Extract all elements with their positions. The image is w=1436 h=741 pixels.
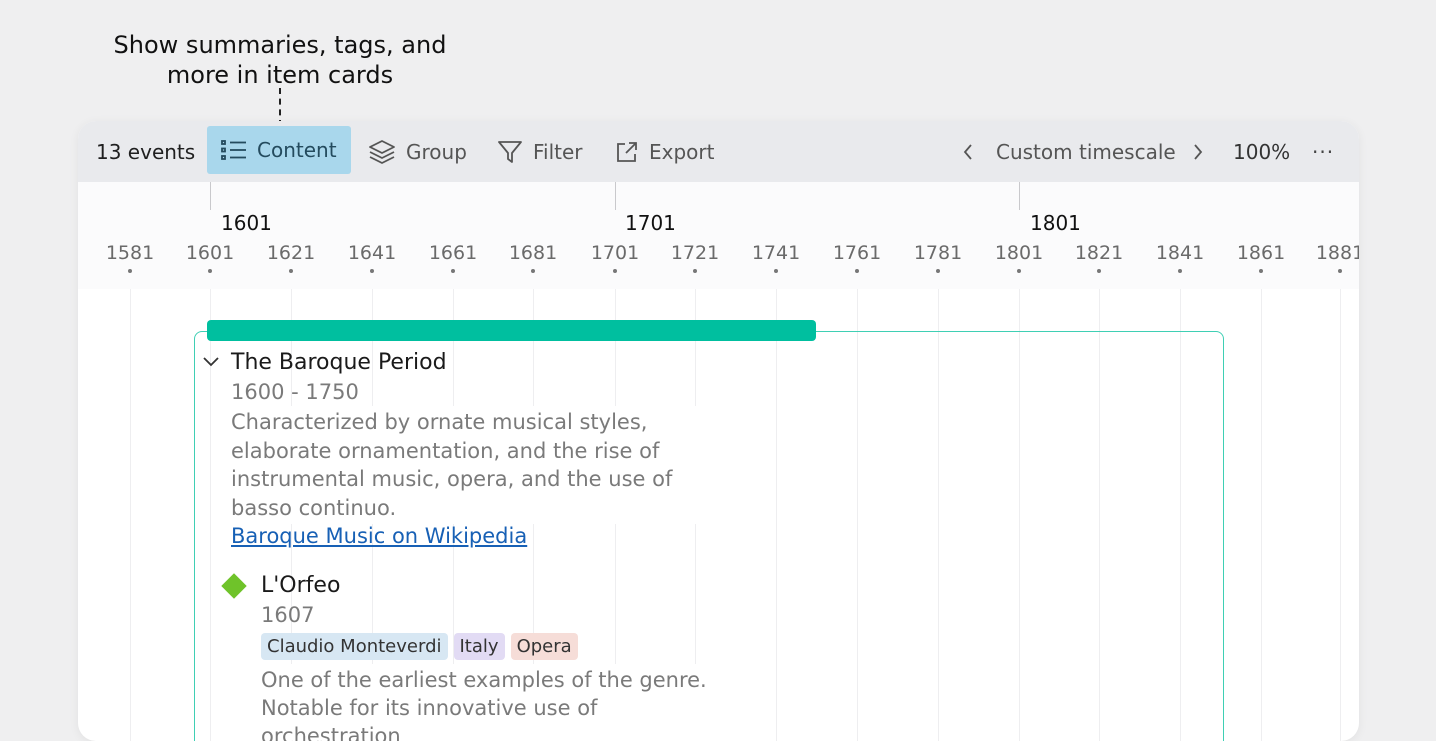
callout-line-2: more in item cards — [166, 61, 394, 89]
layers-icon — [368, 139, 396, 165]
major-tick-line — [615, 182, 616, 210]
grid-line — [1340, 289, 1341, 741]
major-tick-line — [210, 182, 211, 210]
minor-tick-label: 1741 — [751, 242, 801, 264]
minor-tick-label: 1581 — [105, 242, 155, 264]
major-tick-label: 1801 — [1030, 211, 1081, 235]
tick-dot — [855, 269, 859, 273]
major-tick-label: 1601 — [221, 211, 272, 235]
minor-tick-label: 1801 — [994, 242, 1044, 264]
export-label: Export — [649, 139, 715, 164]
event-title: L'Orfeo — [261, 573, 341, 598]
time-axis: 1601 1701 1801 1581 1601 1621 1641 1661 … — [78, 182, 1359, 289]
list-icon — [221, 139, 247, 161]
period-dates: 1600 - 1750 — [231, 380, 359, 404]
tick-dot — [1338, 269, 1342, 273]
period-title: The Baroque Period — [231, 350, 447, 375]
tick-dot — [370, 269, 374, 273]
minor-tick-label: 1861 — [1236, 242, 1286, 264]
callout-annotation: Show summaries, tags, and more in item c… — [100, 30, 460, 90]
minor-tick-label: 1781 — [913, 242, 963, 264]
minor-tick-label: 1661 — [428, 242, 478, 264]
tag-chip[interactable]: Opera — [510, 633, 578, 660]
wikipedia-link[interactable]: Baroque Music on Wikipedia — [231, 524, 527, 548]
next-timescale-button[interactable] — [1191, 121, 1205, 182]
tick-dot — [289, 269, 293, 273]
minor-tick-label: 1821 — [1074, 242, 1124, 264]
minor-tick-label: 1681 — [508, 242, 558, 264]
chevron-right-icon — [1191, 142, 1205, 162]
callout-line-1: Show summaries, tags, and — [113, 31, 447, 59]
minor-tick-label: 1761 — [832, 242, 882, 264]
tick-dot — [531, 269, 535, 273]
tag-chip[interactable]: Italy — [453, 633, 505, 660]
chevron-down-icon[interactable] — [201, 354, 221, 373]
grid-line — [1261, 289, 1262, 741]
timescale-selector[interactable]: Custom timescale — [996, 121, 1176, 182]
group-button[interactable]: Group — [368, 121, 467, 182]
tag-chip[interactable]: Claudio Monteverdi — [261, 633, 448, 660]
tick-dot — [1259, 269, 1263, 273]
timeline-window: 13 events Content Group Filter Export Cu… — [78, 121, 1359, 741]
content-button[interactable]: Content — [207, 126, 351, 174]
tick-dot — [451, 269, 455, 273]
export-button[interactable]: Export — [615, 121, 714, 182]
chevron-left-icon — [961, 142, 975, 162]
minor-tick-label: 1621 — [266, 242, 316, 264]
event-date: 1607 — [261, 603, 315, 627]
tick-dot — [1017, 269, 1021, 273]
content-label: Content — [257, 138, 337, 162]
minor-tick-label: 1721 — [670, 242, 720, 264]
more-options-button[interactable]: ··· — [1312, 121, 1334, 182]
previous-timescale-button[interactable] — [961, 121, 975, 182]
toolbar: 13 events Content Group Filter Export Cu… — [78, 121, 1359, 182]
filter-label: Filter — [533, 139, 583, 164]
tick-dot — [613, 269, 617, 273]
minor-tick-label: 1601 — [185, 242, 235, 264]
events-count: 13 events — [96, 139, 196, 164]
tick-dot — [774, 269, 778, 273]
zoom-level[interactable]: 100% — [1233, 121, 1290, 182]
grid-line — [130, 289, 131, 741]
minor-tick-label: 1641 — [347, 242, 397, 264]
event-tags: Claudio Monteverdi Italy Opera — [261, 633, 578, 660]
tick-dot — [208, 269, 212, 273]
filter-button[interactable]: Filter — [497, 121, 583, 182]
tick-dot — [1097, 269, 1101, 273]
group-label: Group — [406, 139, 467, 164]
tick-dot — [1178, 269, 1182, 273]
external-link-icon — [615, 140, 639, 164]
event-description: One of the earliest examples of the genr… — [258, 664, 734, 741]
major-tick-label: 1701 — [625, 211, 676, 235]
period-description: Characterized by ornate musical styles, … — [228, 406, 714, 524]
tick-dot — [128, 269, 132, 273]
filter-icon — [497, 140, 523, 164]
major-tick-line — [1019, 182, 1020, 210]
minor-tick-label: 1881 — [1315, 242, 1359, 264]
minor-tick-label: 1701 — [590, 242, 640, 264]
tick-dot — [936, 269, 940, 273]
period-duration-bar[interactable] — [207, 320, 816, 341]
tick-dot — [693, 269, 697, 273]
minor-tick-label: 1841 — [1155, 242, 1205, 264]
